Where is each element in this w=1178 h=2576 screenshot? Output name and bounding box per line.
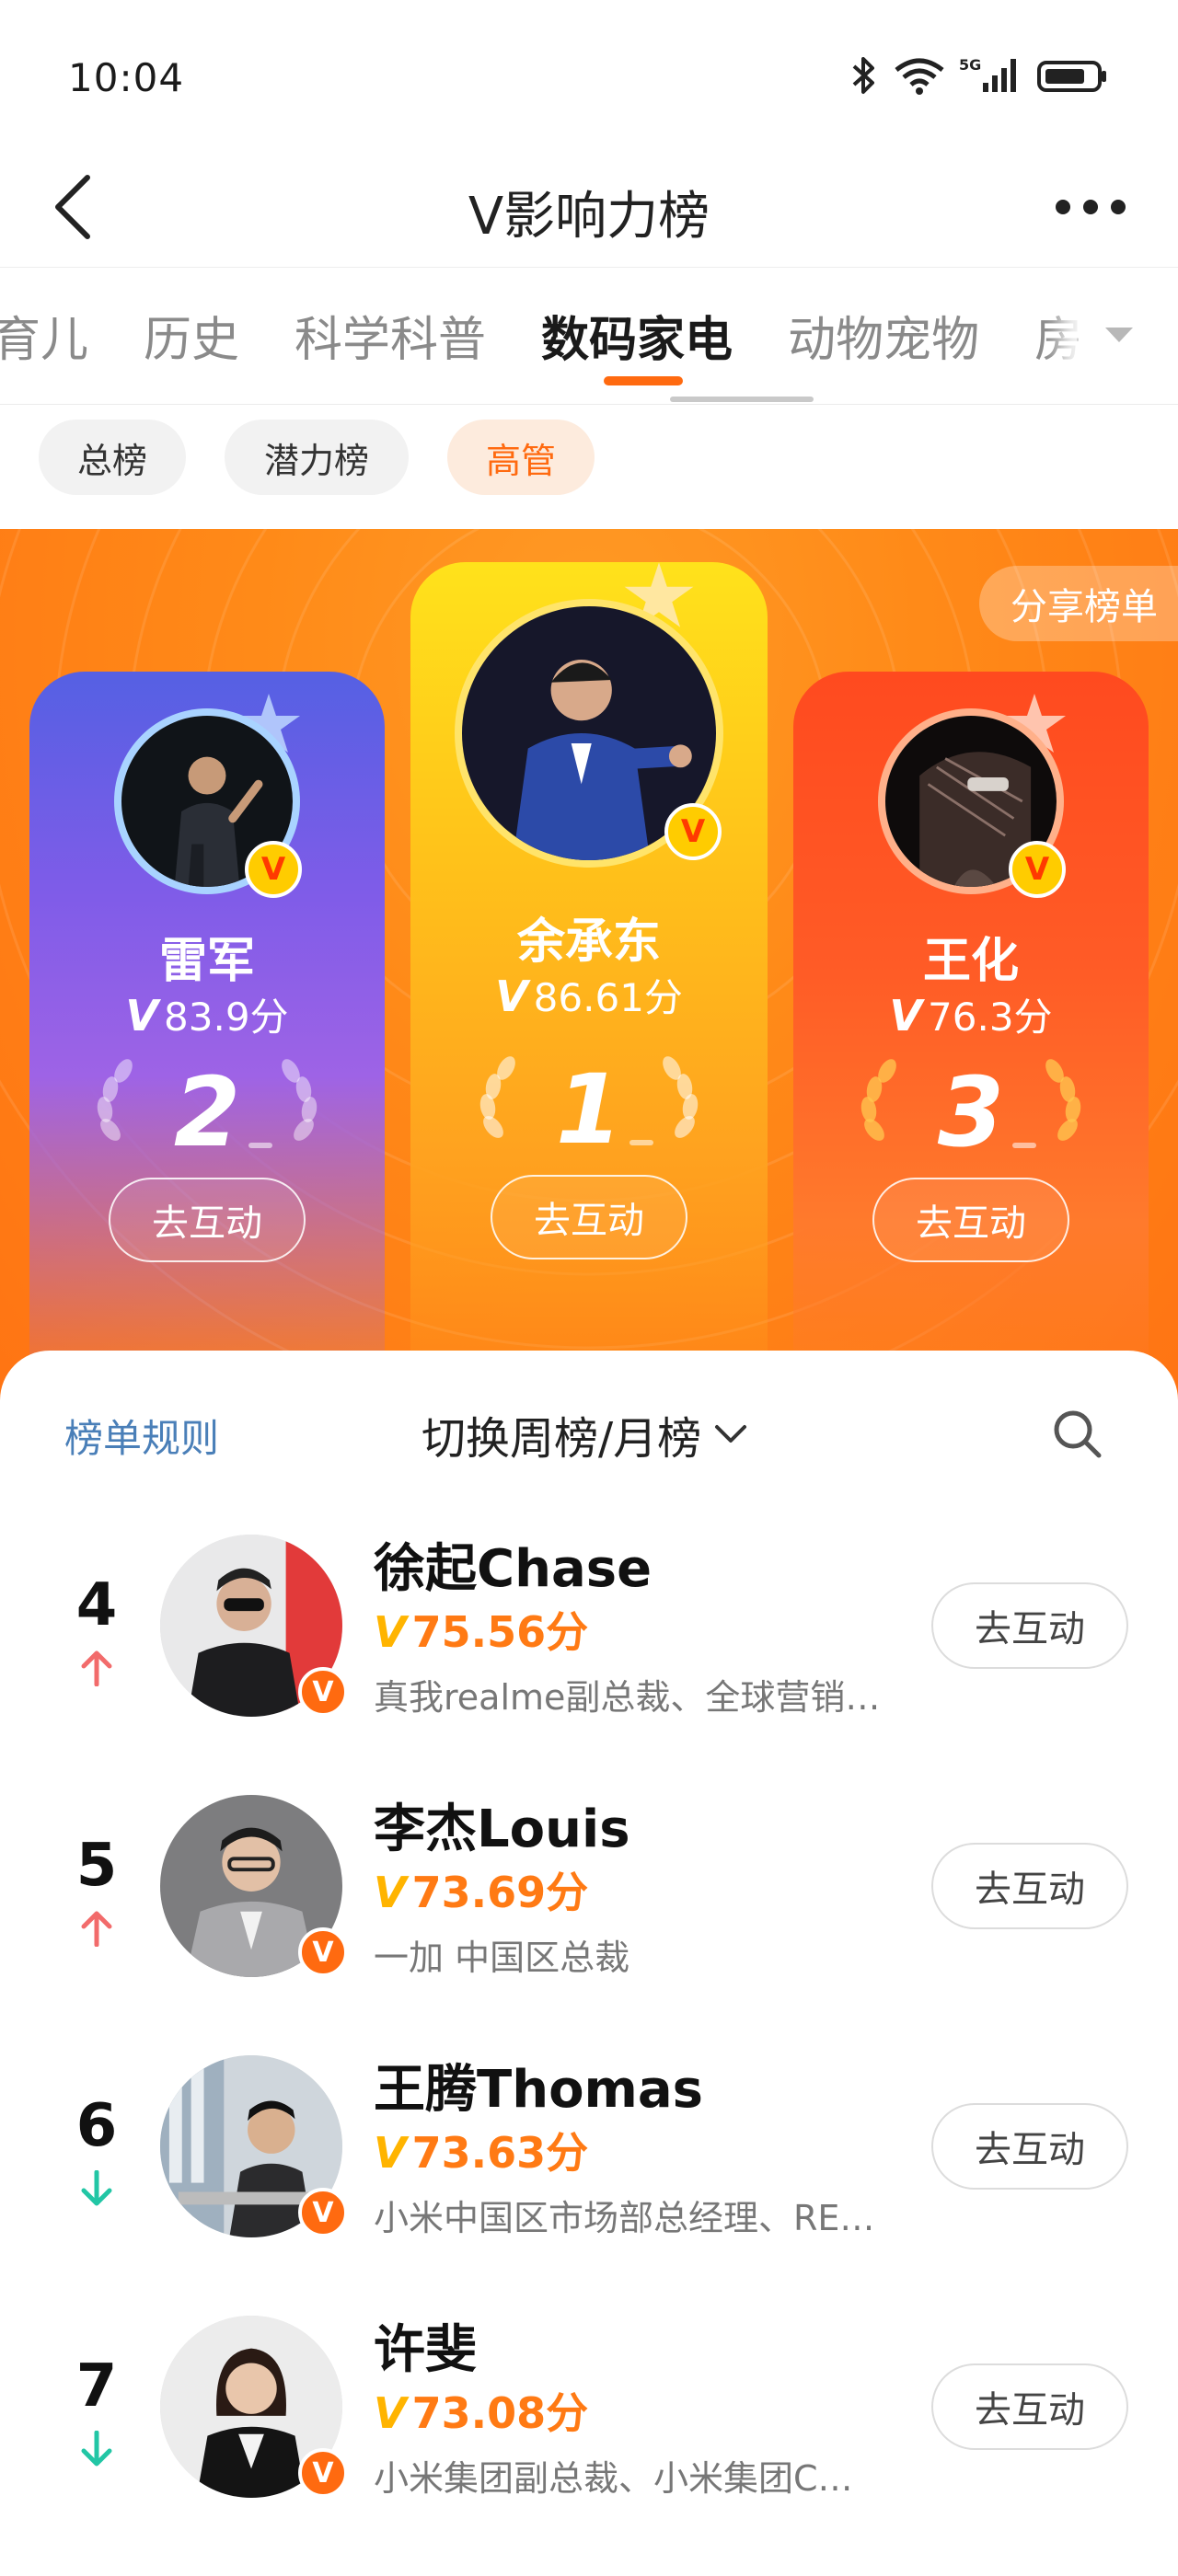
trend-up-icon <box>81 1650 112 1686</box>
pill-potential[interactable]: 潜力榜 <box>225 420 409 495</box>
status-icons: 5G <box>849 55 1110 96</box>
avatar[interactable]: V <box>160 2316 348 2498</box>
avatar-rank-3[interactable]: V <box>878 708 1066 898</box>
row-description: 小米集团副总裁、小米集团C… <box>374 2458 853 2499</box>
signal-icon: 5G <box>959 56 1016 92</box>
hero-name: 雷军 <box>158 934 255 989</box>
hero-name: 王化 <box>922 934 1019 989</box>
hero-score: V 76.3分 <box>889 991 1053 1041</box>
filter-pills: 总榜 潜力榜 高管 <box>0 405 1178 529</box>
status-time: 10:04 <box>68 55 185 100</box>
row-description: 一加 中国区总裁 <box>374 1938 630 1978</box>
podium-rank-1: V 余承东 V 86.61分 1 去互动 <box>410 562 768 1403</box>
row-name: 许斐 <box>374 2320 477 2380</box>
network-label: 5G <box>959 56 981 74</box>
hero-score: V 83.9分 <box>125 991 289 1041</box>
nav-bar: V影响力榜 <box>0 147 1178 267</box>
row-name: 王腾Thomas <box>374 2060 704 2120</box>
tab-digital-appliances[interactable]: 数码家电 <box>514 301 760 370</box>
rank-number: 2 <box>173 1056 241 1168</box>
verified-badge: V <box>298 2188 348 2237</box>
list-item[interactable]: 4 V 徐起Chase V 75.56分 真我realme副总裁、全球营销… 去互… <box>0 1507 1178 1755</box>
more-button[interactable] <box>1040 166 1141 248</box>
top3-hero: 分享榜单 V 雷军 V83.9分 2 去互动 V 余承东 V86.61分 1 <box>0 529 1178 1403</box>
tab-science[interactable]: 科学科普 <box>267 301 514 370</box>
hero-score: V 86.61分 <box>495 972 683 1021</box>
hero-name: 余承东 <box>516 914 661 970</box>
category-tab-track: 育儿 历史 科学科普 数码家电 动物宠物 房 <box>0 301 1110 370</box>
battery-icon <box>1037 61 1106 92</box>
verified-badge: V <box>298 1667 348 1717</box>
interact-button[interactable]: 去互动 <box>931 2363 1128 2450</box>
podium-rank-3: V 王化 V 76.3分 3 去互动 <box>793 672 1149 1403</box>
tab-history[interactable]: 历史 <box>116 301 267 370</box>
search-icon <box>1054 1410 1102 1458</box>
rank-number: 3 <box>937 1056 1005 1168</box>
pill-executives[interactable]: 高管 <box>447 420 595 495</box>
verified-badge: V <box>298 1927 348 1977</box>
ranking-list: 榜单规则 切换周榜/月榜 4 V 徐起Chase V 75.56分 真我realm… <box>0 1351 1178 2576</box>
row-description: 真我realme副总裁、全球营销… <box>374 1677 881 1718</box>
row-rank: 5 <box>75 1832 118 1900</box>
trend-up-icon <box>81 1911 112 1947</box>
interact-button[interactable]: 去互动 <box>872 1178 1069 1262</box>
podium-rank-2: V 雷军 V 83.9分 2 去互动 <box>29 672 385 1403</box>
more-icon <box>1056 200 1126 214</box>
verified-badge: V <box>298 2448 348 2498</box>
row-rank: 7 <box>75 2352 118 2421</box>
rank-number: 1 <box>555 1053 623 1166</box>
tab-parenting[interactable]: 育儿 <box>0 301 116 370</box>
pill-overall[interactable]: 总榜 <box>39 420 186 495</box>
rank-change-dash <box>1012 1143 1036 1148</box>
avatar[interactable]: V <box>160 1795 348 1977</box>
verified-badge: V <box>245 841 302 898</box>
wifi-icon <box>895 58 944 95</box>
interact-button[interactable]: 去互动 <box>931 1843 1128 1929</box>
tab-animals-pets[interactable]: 动物宠物 <box>760 301 1007 370</box>
interact-button[interactable]: 去互动 <box>491 1175 687 1259</box>
interact-button[interactable]: 去互动 <box>109 1178 306 1262</box>
bluetooth-icon <box>852 57 874 94</box>
switch-period-dropdown[interactable]: 切换周榜/月榜 <box>422 1402 747 1466</box>
rank-change-dash <box>248 1143 272 1148</box>
active-tab-indicator <box>604 376 683 385</box>
interact-button[interactable]: 去互动 <box>931 2103 1128 2190</box>
list-header: 榜单规则 切换周榜/月榜 <box>0 1351 1178 1507</box>
switch-period-label: 切换周榜/月榜 <box>422 1413 702 1465</box>
avatar-rank-1[interactable]: V <box>455 599 723 868</box>
row-score: V 73.69分 <box>374 1868 589 1917</box>
row-rank: 6 <box>75 2092 118 2160</box>
chevron-down-icon <box>715 1425 747 1443</box>
trend-down-icon <box>81 2431 112 2467</box>
avatar-rank-2[interactable]: V <box>114 708 302 898</box>
avatar[interactable]: V <box>160 2055 348 2237</box>
share-ranking-button[interactable]: 分享榜单 <box>979 566 1178 641</box>
verified-badge: V <box>664 803 722 860</box>
row-name: 徐起Chase <box>374 1539 653 1599</box>
list-item[interactable]: 7 V 许斐 V 73.08分 小米集团副总裁、小米集团C… 去互动 <box>0 2288 1178 2536</box>
row-description: 小米中国区市场部总经理、RE… <box>374 2198 875 2238</box>
row-score: V 73.63分 <box>374 2128 589 2178</box>
row-name: 李杰Louis <box>374 1800 630 1859</box>
trend-down-icon <box>81 2170 112 2206</box>
row-rank: 4 <box>75 1571 118 1639</box>
page-title: V影响力榜 <box>468 187 710 247</box>
tab-scroll-indicator <box>670 397 814 402</box>
verified-badge: V <box>1009 841 1066 898</box>
list-item[interactable]: 6 V 王腾Thomas V 73.63分 小米中国区市场部总经理、RE… 去互动 <box>0 2028 1178 2276</box>
interact-button[interactable]: 去互动 <box>931 1582 1128 1669</box>
category-dropdown-button[interactable] <box>1091 312 1147 358</box>
row-score: V 73.08分 <box>374 2388 589 2438</box>
chevron-down-icon <box>1105 328 1133 342</box>
status-bar: 10:04 5G <box>0 0 1178 147</box>
search-button[interactable] <box>1040 1397 1114 1470</box>
list-item[interactable]: 5 V 李杰Louis V 73.69分 一加 中国区总裁 去互动 <box>0 1767 1178 2016</box>
ranking-rules-link[interactable]: 榜单规则 <box>64 1408 219 1464</box>
rank-change-dash <box>629 1140 653 1145</box>
avatar[interactable]: V <box>160 1535 348 1717</box>
category-tabs: 育儿 历史 科学科普 数码家电 动物宠物 房 <box>0 267 1178 405</box>
row-score: V 75.56分 <box>374 1607 589 1657</box>
